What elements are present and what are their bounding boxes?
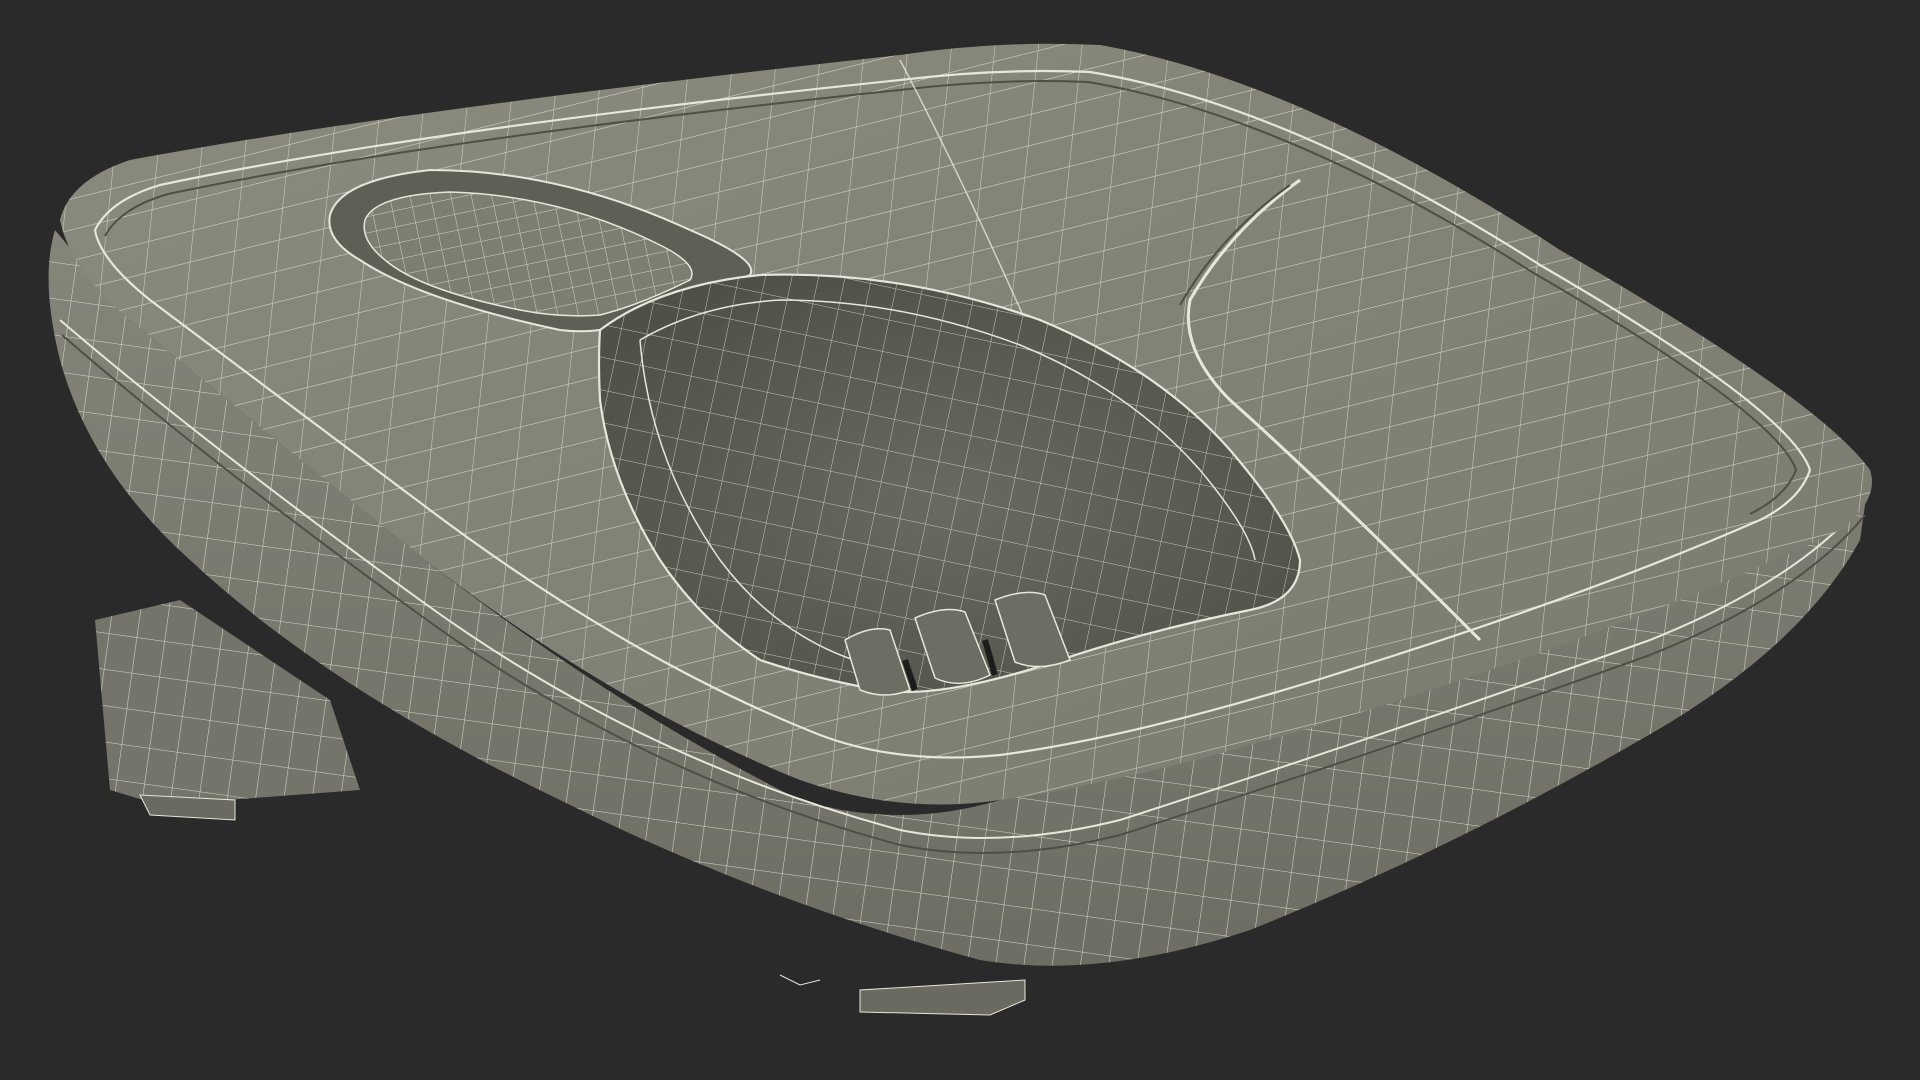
wireframe-model-render [48,43,1872,1016]
render-viewport [0,0,1920,1080]
